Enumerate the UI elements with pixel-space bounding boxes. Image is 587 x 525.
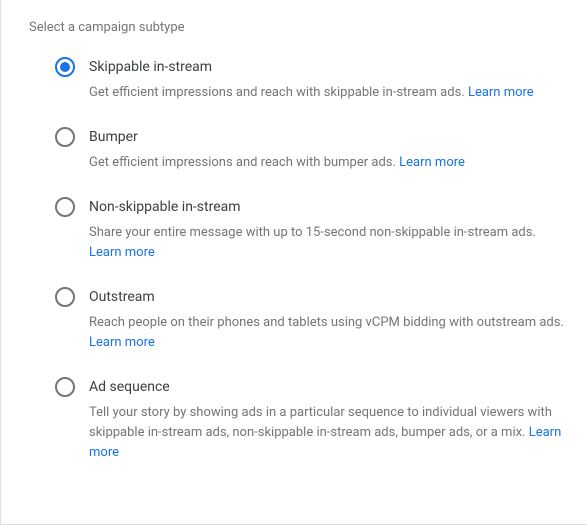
- radio-outstream[interactable]: [55, 287, 75, 307]
- option-skippable-in-stream[interactable]: Skippable in-stream Get efficient impres…: [55, 57, 567, 103]
- option-title: Bumper: [89, 127, 567, 147]
- radio-button-icon: [55, 197, 75, 217]
- option-desc-text: Tell your story by showing ads in a part…: [89, 405, 552, 440]
- option-content: Skippable in-stream Get efficient impres…: [89, 57, 567, 103]
- option-desc-text: Get efficient impressions and reach with…: [89, 155, 399, 170]
- option-description: Share your entire message with up to 15-…: [89, 223, 567, 263]
- option-description: Get efficient impressions and reach with…: [89, 83, 567, 103]
- radio-button-icon: [55, 127, 75, 147]
- option-title: Ad sequence: [89, 377, 567, 397]
- option-content: Ad sequence Tell your story by showing a…: [89, 377, 567, 463]
- campaign-subtype-options: Skippable in-stream Get efficient impres…: [29, 57, 567, 463]
- option-outstream[interactable]: Outstream Reach people on their phones a…: [55, 287, 567, 353]
- option-content: Outstream Reach people on their phones a…: [89, 287, 567, 353]
- radio-ad-sequence[interactable]: [55, 377, 75, 397]
- section-title: Select a campaign subtype: [29, 20, 567, 35]
- option-desc-text: Share your entire message with up to 15-…: [89, 225, 536, 240]
- option-desc-text: Get efficient impressions and reach with…: [89, 85, 468, 100]
- radio-button-icon: [55, 287, 75, 307]
- option-ad-sequence[interactable]: Ad sequence Tell your story by showing a…: [55, 377, 567, 463]
- option-title: Skippable in-stream: [89, 57, 567, 77]
- radio-non-skippable-in-stream[interactable]: [55, 197, 75, 217]
- learn-more-link[interactable]: Learn more: [89, 335, 155, 350]
- option-description: Tell your story by showing ads in a part…: [89, 403, 567, 463]
- option-content: Non-skippable in-stream Share your entir…: [89, 197, 567, 263]
- option-desc-text: Reach people on their phones and tablets…: [89, 315, 564, 330]
- learn-more-link[interactable]: Learn more: [399, 155, 465, 170]
- radio-bumper[interactable]: [55, 127, 75, 147]
- option-non-skippable-in-stream[interactable]: Non-skippable in-stream Share your entir…: [55, 197, 567, 263]
- learn-more-link[interactable]: Learn more: [468, 85, 534, 100]
- radio-button-icon: [55, 57, 75, 77]
- option-description: Reach people on their phones and tablets…: [89, 313, 567, 353]
- option-title: Non-skippable in-stream: [89, 197, 567, 217]
- learn-more-link[interactable]: Learn more: [89, 245, 155, 260]
- option-content: Bumper Get efficient impressions and rea…: [89, 127, 567, 173]
- option-description: Get efficient impressions and reach with…: [89, 153, 567, 173]
- radio-skippable-in-stream[interactable]: [55, 57, 75, 77]
- option-bumper[interactable]: Bumper Get efficient impressions and rea…: [55, 127, 567, 173]
- option-title: Outstream: [89, 287, 567, 307]
- radio-button-icon: [55, 377, 75, 397]
